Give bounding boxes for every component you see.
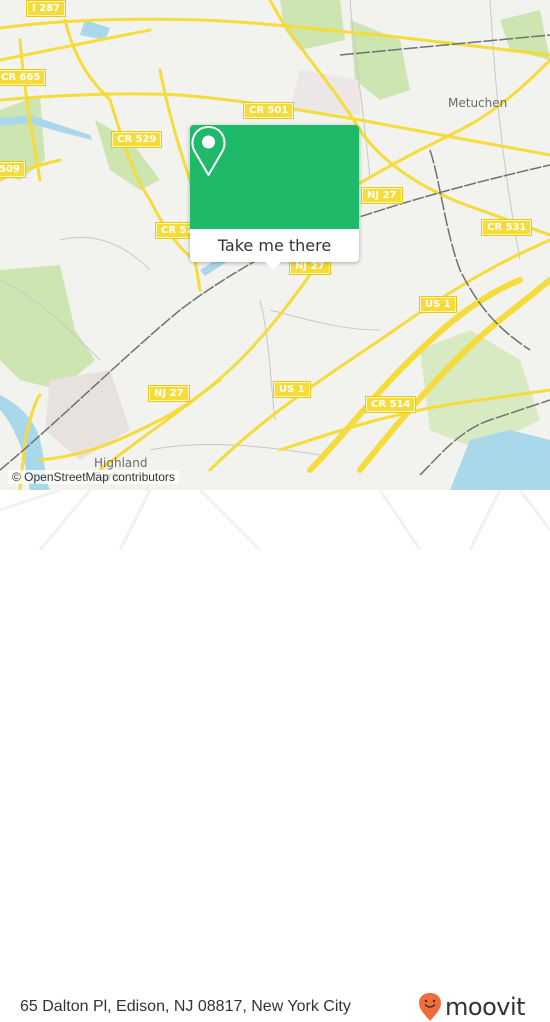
moovit-logo[interactable]: moovit: [418, 992, 526, 1022]
moovit-wordmark: moovit: [445, 993, 526, 1021]
water-body: [80, 20, 110, 40]
park-area: [0, 265, 95, 390]
popup-header: [190, 125, 359, 229]
address-text: 65 Dalton Pl, Edison, NJ 08817, New York…: [20, 998, 351, 1015]
road-label-nj27-lower: NJ 27: [148, 385, 190, 402]
road-label-us1-lower: US 1: [273, 381, 311, 398]
road-label-cr665: CR 665: [0, 69, 47, 86]
road-label-us1-upper: US 1: [419, 296, 457, 313]
popup-pointer: [265, 262, 281, 270]
road-label-cr514: CR 514: [364, 396, 417, 413]
footer-background-pattern: [0, 490, 550, 550]
road-label-cr509: 509: [0, 161, 26, 178]
footer: 65 Dalton Pl, Edison, NJ 08817, New York…: [0, 490, 550, 1021]
moovit-pin-smile-icon: [419, 993, 441, 1021]
map-attribution[interactable]: © OpenStreetMap contributors: [8, 470, 179, 484]
road-label-cr501: CR 501: [242, 102, 295, 119]
road-label-nj27-upper: NJ 27: [361, 187, 403, 204]
road-label-cr531: CR 531: [480, 219, 533, 236]
road-label-i287: I 287: [25, 0, 67, 17]
park-area: [420, 330, 540, 450]
take-me-there-button[interactable]: Take me there: [190, 229, 359, 262]
map[interactable]: I 287 CR 665 CR 529 509 CR 501 NJ 27 CR …: [0, 0, 550, 490]
industrial-area: [290, 70, 360, 115]
map-pin-icon: [191, 126, 226, 176]
place-label-metuchen: Metuchen: [448, 96, 508, 110]
industrial-area: [45, 370, 130, 460]
location-popup: Take me there: [190, 125, 359, 270]
road-label-cr529: CR 529: [110, 131, 163, 148]
